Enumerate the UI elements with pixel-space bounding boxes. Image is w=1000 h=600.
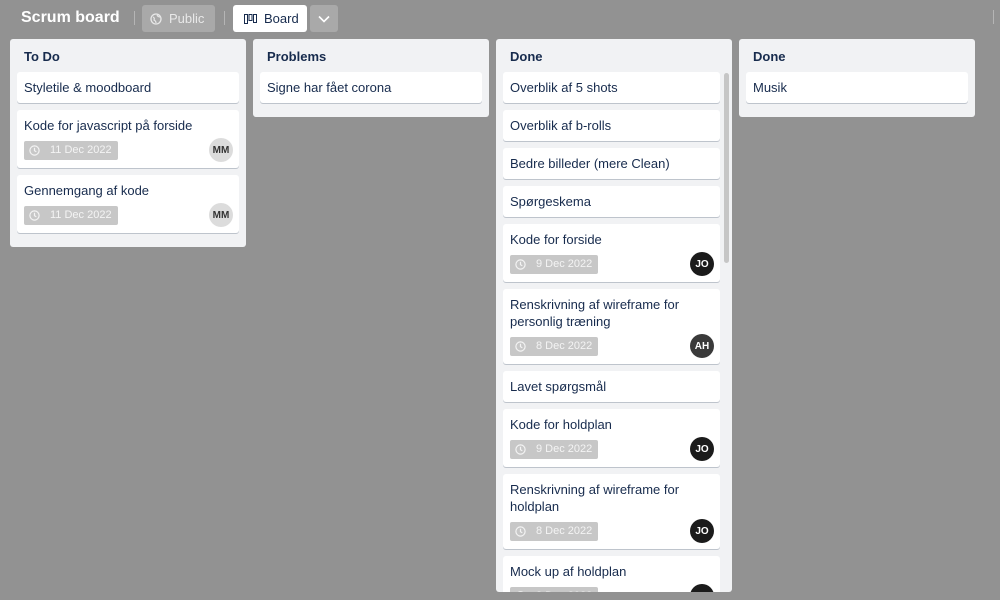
card[interactable]: Kode for javascript på forside 11 Dec 202… (17, 110, 239, 168)
card[interactable]: Signe har fået corona (260, 72, 482, 103)
card-title: Overblik af b-rolls (510, 118, 612, 133)
card[interactable]: Styletile & moodboard (17, 72, 239, 103)
visibility-label: Public (169, 11, 205, 26)
member-avatar[interactable]: MM (209, 203, 233, 227)
card[interactable]: Overblik af 5 shots (503, 72, 720, 103)
card-list: Styletile & moodboard Kode for javascript… (10, 72, 246, 247)
clock-icon (515, 590, 531, 592)
clock-icon (29, 144, 45, 156)
card[interactable]: Renskrivning af wireframe for holdplan 8 … (503, 474, 720, 549)
card[interactable]: Spørgeskema (503, 186, 720, 217)
due-date-badge[interactable]: 11 Dec 2022 (24, 140, 118, 160)
card-badges: 9 Dec 2022 JO (510, 437, 714, 461)
card-title: Styletile & moodboard (24, 80, 152, 95)
card[interactable]: Kode for forside 9 Dec 2022 JO (503, 224, 720, 282)
card-list: Musik (739, 72, 975, 117)
card[interactable]: Lavet spørgsmål (503, 371, 720, 402)
member-avatar[interactable]: JO (690, 252, 714, 276)
card-title: Musik (753, 80, 787, 95)
card-title: Renskrivning af wireframe for holdplan (510, 482, 680, 514)
header-divider (224, 11, 225, 25)
visibility-button[interactable]: Public (142, 5, 215, 32)
list-scrollbar[interactable] (724, 73, 729, 263)
card-title: Kode for holdplan (510, 417, 612, 432)
clock-icon (515, 340, 531, 352)
due-date-text: 11 Dec 2022 (50, 143, 112, 156)
board-view-label: Board (264, 11, 299, 26)
due-date-badge[interactable]: 8 Dec 2022 (510, 521, 599, 541)
clock-icon (515, 258, 531, 270)
member-avatar[interactable]: JO (690, 519, 714, 543)
board-view-button[interactable]: Board (233, 5, 307, 32)
header-divider (134, 11, 135, 25)
due-date-text: 8 Dec 2022 (536, 339, 593, 352)
card[interactable]: Kode for holdplan 9 Dec 2022 JO (503, 409, 720, 467)
due-date-text: 11 Dec 2022 (50, 208, 112, 221)
card-badges: 8 Dec 2022 JO (510, 519, 714, 543)
due-date-badge[interactable]: 9 Dec 2022 (510, 254, 599, 274)
card-title: Renskrivning af wireframe for personlig … (510, 297, 680, 329)
clock-icon (515, 443, 531, 455)
card[interactable]: Mock up af holdplan 8 Dec 2022 JO (503, 556, 720, 592)
card[interactable]: Musik (746, 72, 968, 103)
due-date-badge[interactable]: 9 Dec 2022 (510, 439, 599, 459)
list-title[interactable]: Problems (253, 39, 489, 72)
card-badges: 11 Dec 2022 MM (24, 203, 233, 227)
list-title[interactable]: Done (739, 39, 975, 72)
board-header: Scrum board Public Board (0, 0, 1000, 36)
card-badges: 8 Dec 2022 JO (510, 584, 714, 593)
card-badges: 9 Dec 2022 JO (510, 252, 714, 276)
card-title: Mock up af holdplan (510, 564, 627, 579)
card-badges: 11 Dec 2022 MM (24, 138, 233, 162)
list-title[interactable]: To Do (10, 39, 246, 72)
card-title: Spørgeskema (510, 194, 591, 209)
list-column: To Do Styletile & moodboard Kode for javas… (10, 39, 246, 247)
card-list: Signe har fået corona (253, 72, 489, 117)
card-title: Bedre billeder (mere Clean) (510, 156, 670, 171)
card-title: Lavet spørgsmål (510, 379, 607, 394)
list-column: Problems Signe har fået corona (253, 39, 489, 117)
due-date-text: 8 Dec 2022 (536, 524, 593, 537)
card[interactable]: Gennemgang af kode 11 Dec 2022 MM (17, 175, 239, 233)
card-title: Overblik af 5 shots (510, 80, 618, 95)
due-date-badge[interactable]: 8 Dec 2022 (510, 336, 599, 356)
list-column: Done Musik (739, 39, 975, 117)
member-avatar[interactable]: JO (690, 584, 714, 592)
card[interactable]: Overblik af b-rolls (503, 110, 720, 141)
chevron-down-icon (318, 15, 330, 23)
list-title[interactable]: Done (496, 39, 732, 72)
card-title: Gennemgang af kode (24, 183, 150, 198)
card[interactable]: Bedre billeder (mere Clean) (503, 148, 720, 179)
board-icon (244, 13, 257, 24)
member-avatar[interactable]: MM (209, 138, 233, 162)
view-menu-button[interactable] (310, 5, 338, 32)
card[interactable]: Renskrivning af wireframe for personlig … (503, 289, 720, 364)
due-date-badge[interactable]: 8 Dec 2022 (510, 586, 599, 593)
clock-icon (515, 525, 531, 537)
card-title: Kode for forside (510, 232, 602, 247)
card-title: Signe har fået corona (267, 80, 392, 95)
member-avatar[interactable]: JO (690, 437, 714, 461)
globe-icon (150, 12, 162, 25)
due-date-text: 8 Dec 2022 (536, 588, 592, 593)
due-date-text: 9 Dec 2022 (536, 442, 593, 455)
member-avatar[interactable]: AH (690, 334, 714, 358)
due-date-text: 9 Dec 2022 (536, 257, 593, 270)
header-divider (993, 10, 994, 24)
card-badges: 8 Dec 2022 AH (510, 334, 714, 358)
list-column: Done Overblik af 5 shots Overblik af b-rol… (496, 39, 732, 592)
clock-icon (29, 209, 45, 221)
board-title[interactable]: Scrum board (21, 8, 120, 28)
card-list: Overblik af 5 shots Overblik af b-rolls Be… (496, 72, 732, 592)
card-title: Kode for javascript på forside (24, 118, 193, 133)
due-date-badge[interactable]: 11 Dec 2022 (24, 205, 118, 225)
